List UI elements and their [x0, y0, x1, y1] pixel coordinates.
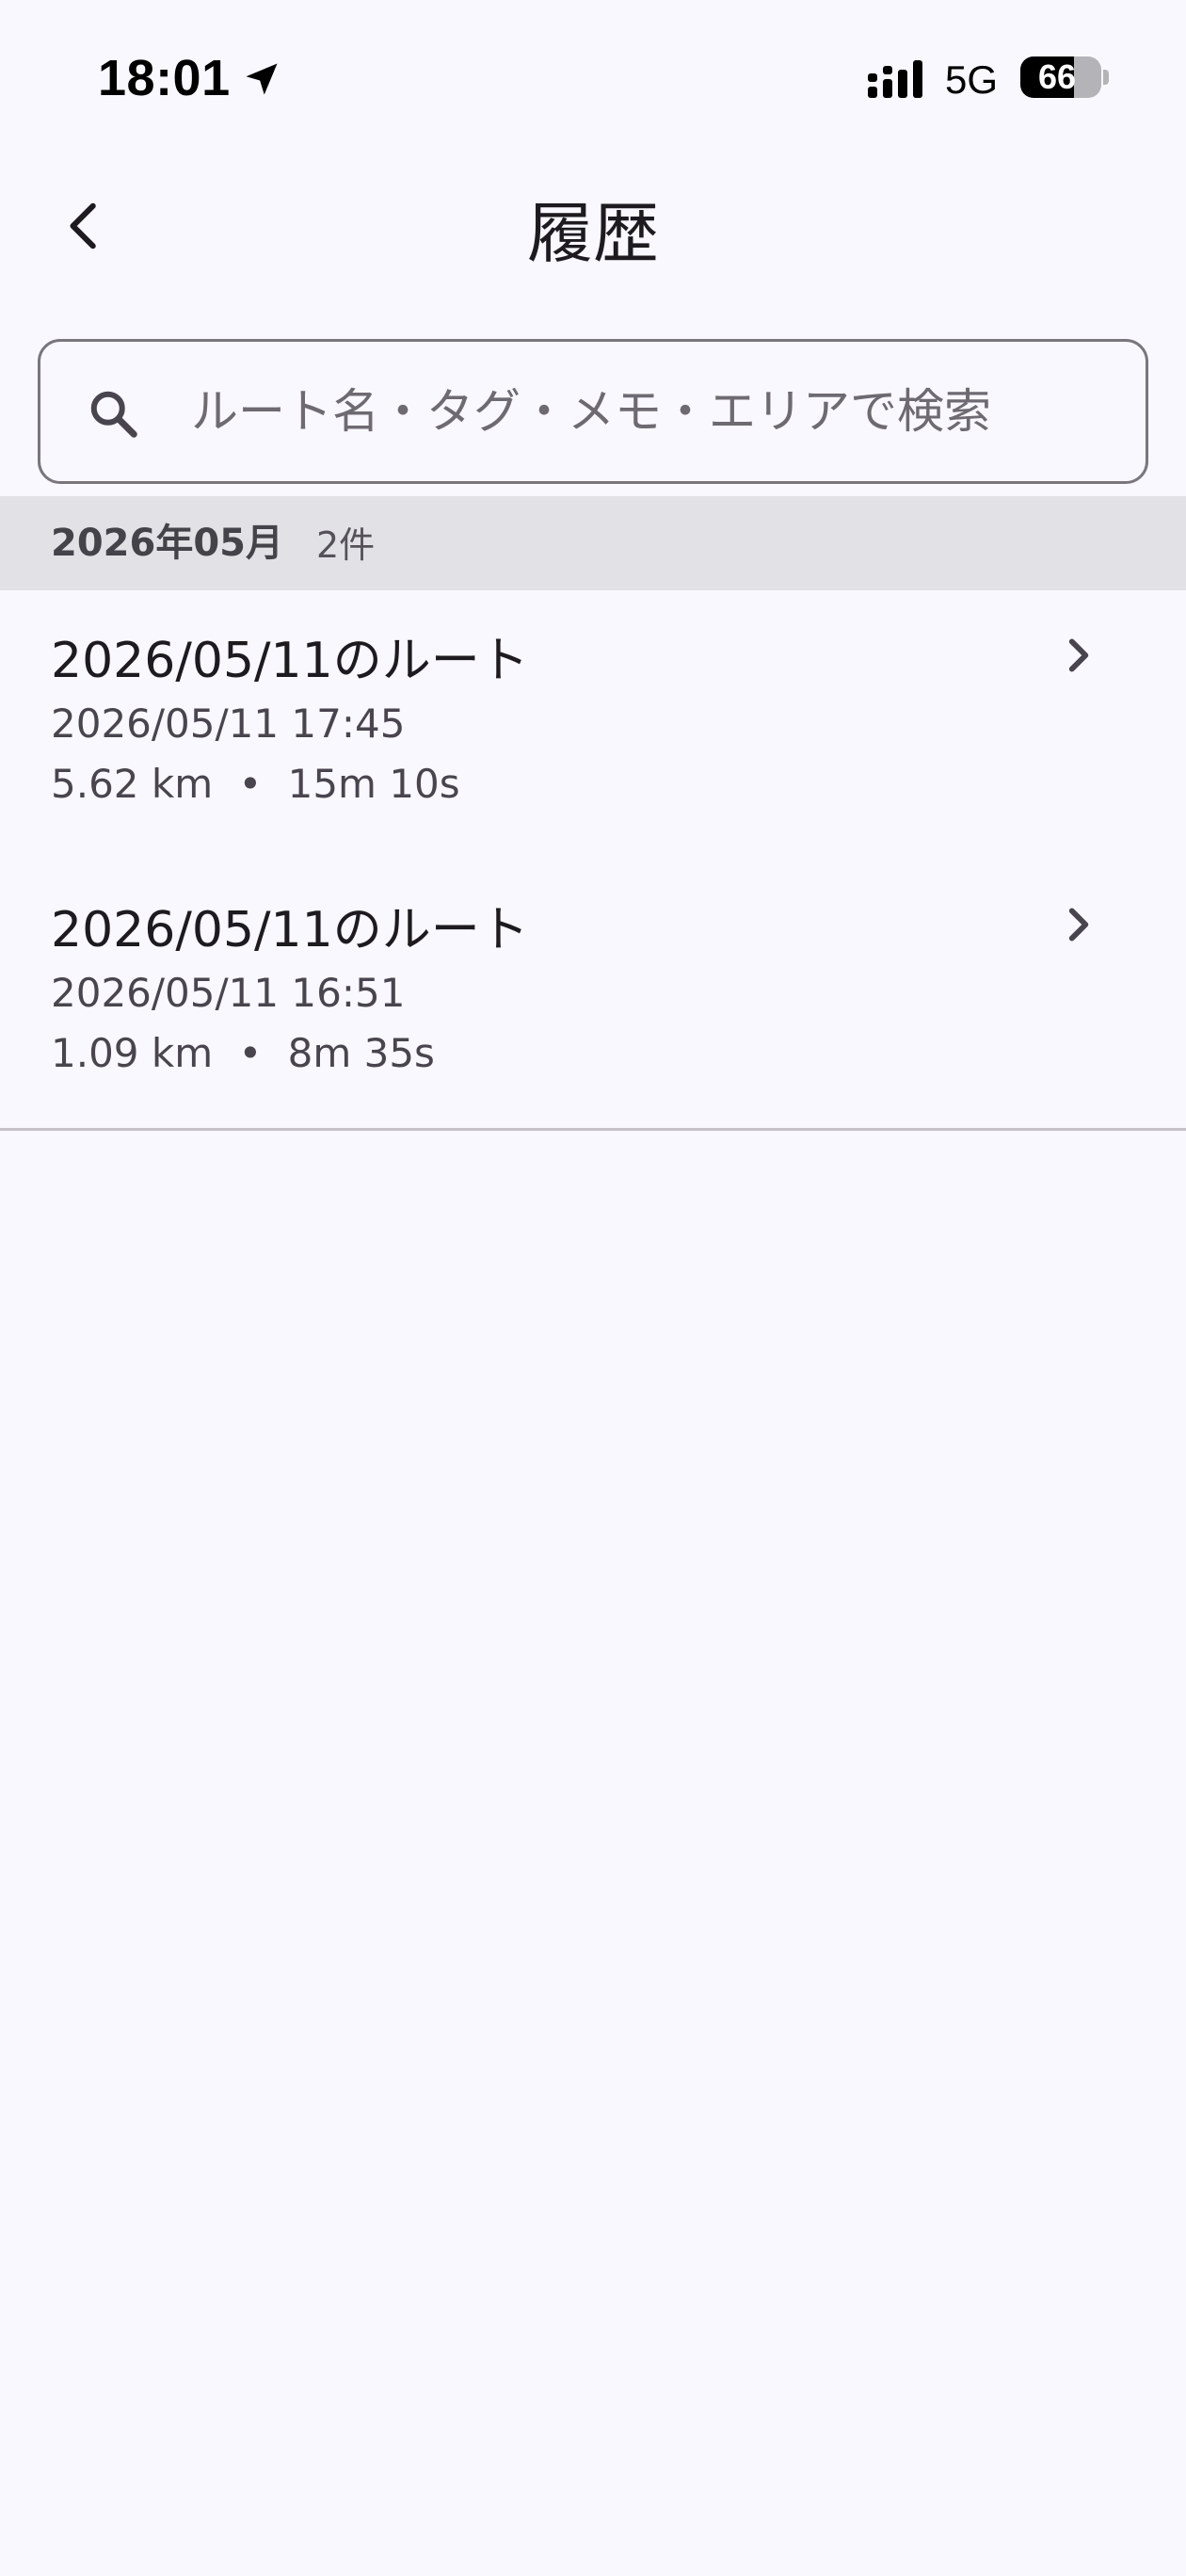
battery-indicator: 66 — [1020, 56, 1101, 98]
route-distance: 1.09 km — [51, 1030, 214, 1076]
status-bar: 18:01 5G 66 — [0, 0, 1186, 160]
location-arrow-icon — [246, 63, 278, 95]
route-stats-separator: • — [238, 1030, 263, 1076]
route-title: 2026/05/11のルート — [51, 633, 529, 689]
route-distance: 5.62 km — [51, 761, 214, 807]
search-field[interactable] — [38, 339, 1148, 484]
cellular-signal-icon — [868, 60, 922, 98]
route-stats: 5.62 km • 15m 10s — [51, 756, 460, 813]
search-icon — [90, 391, 137, 438]
route-list-item[interactable]: 2026/05/11のルート 2026/05/11 17:45 5.62 km … — [0, 590, 1186, 860]
route-list: 2026/05/11のルート 2026/05/11 17:45 5.62 km … — [0, 590, 1186, 1129]
page-title: 履歴 — [527, 195, 659, 272]
app-bar: 履歴 — [0, 160, 1186, 301]
route-duration: 15m 10s — [287, 761, 460, 807]
route-list-item[interactable]: 2026/05/11のルート 2026/05/11 16:51 1.09 km … — [0, 860, 1186, 1129]
battery-tip — [1103, 70, 1109, 85]
search-input[interactable] — [191, 342, 1117, 481]
route-title: 2026/05/11のルート — [51, 902, 529, 958]
route-datetime: 2026/05/11 16:51 — [51, 970, 406, 1016]
chevron-right-icon — [1068, 908, 1089, 942]
route-stats-separator: • — [238, 761, 263, 807]
month-count: 2件 — [316, 524, 376, 566]
route-stats: 1.09 km • 8m 35s — [51, 1025, 435, 1082]
network-type: 5G — [945, 57, 999, 102]
month-label: 2026年05月 — [51, 522, 283, 565]
route-duration: 8m 35s — [287, 1030, 435, 1076]
route-datetime: 2026/05/11 17:45 — [51, 700, 406, 747]
battery-percent: 66 — [1037, 57, 1077, 96]
status-time: 18:01 — [98, 50, 231, 106]
month-section-header: 2026年05月 2件 — [0, 496, 1186, 590]
list-divider — [0, 1128, 1186, 1131]
chevron-right-icon — [1068, 638, 1089, 672]
